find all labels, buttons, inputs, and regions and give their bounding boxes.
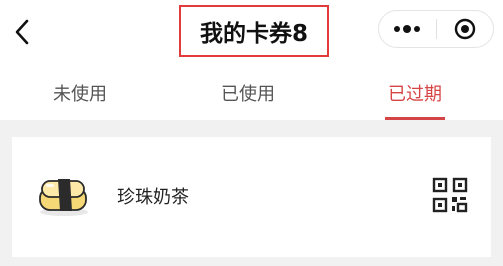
- more-dots-icon: [394, 25, 421, 33]
- tab-unused[interactable]: 未使用: [10, 65, 150, 120]
- qr-code-icon[interactable]: [432, 177, 468, 213]
- mini-program-capsule: [378, 10, 494, 48]
- coupon-name: 珍珠奶茶: [117, 187, 189, 208]
- page-title: 我的卡券8: [199, 21, 308, 47]
- more-button[interactable]: [379, 11, 436, 47]
- tab-used[interactable]: 已使用: [178, 65, 318, 120]
- title-highlight-box: 我的卡券8: [179, 5, 329, 57]
- sushi-icon: [39, 179, 88, 216]
- back-button[interactable]: [8, 16, 36, 48]
- chevron-left-icon: [15, 19, 29, 45]
- active-tab-indicator: [385, 117, 445, 120]
- coupon-card[interactable]: 珍珠奶茶: [12, 137, 491, 257]
- target-circle-icon: [454, 18, 475, 40]
- tab-expired[interactable]: 已过期: [345, 65, 485, 120]
- close-button[interactable]: [436, 11, 493, 47]
- tab-bar: 未使用 已使用 已过期: [0, 65, 503, 120]
- top-bar: 我的卡券8: [0, 0, 503, 65]
